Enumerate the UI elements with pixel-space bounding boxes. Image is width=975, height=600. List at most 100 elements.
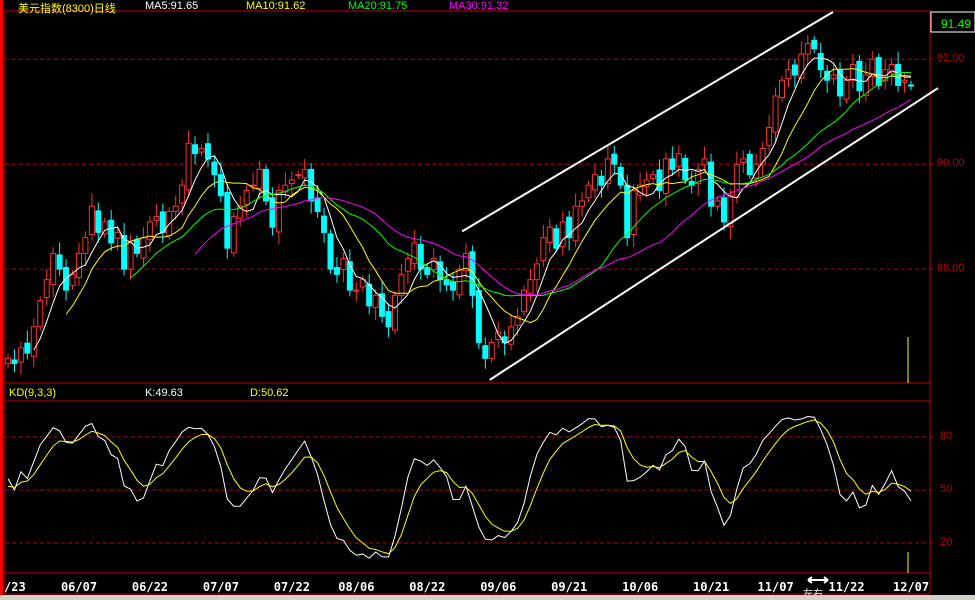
d-line [7,419,912,555]
candle-down [192,144,199,155]
last-price-label: 91.49 [941,17,972,31]
x-tick-label: 06/22 [131,580,169,594]
ma10-line [65,68,912,324]
candle-up [5,357,11,365]
candle-up [585,184,592,199]
candle-up [533,263,540,281]
candle-up [488,342,495,359]
candle-down [443,279,450,286]
candle-down [553,228,560,249]
candle-up [540,237,547,262]
candle-down [475,290,482,344]
candle-up [392,294,398,331]
candle-up [604,158,611,185]
left-edge-bar [0,0,3,600]
x-tick-label: 09/06 [480,580,517,594]
x-tick-label: 06/07 [60,580,98,594]
double-arrow-icon [807,576,829,584]
candle-down [11,359,18,365]
chart-title: 美元指数(8300)日线 [18,3,116,15]
x-tick-label: 09/21 [551,580,588,594]
candle-up [301,168,308,179]
candle-up [675,153,682,167]
candle-down [811,39,818,50]
ma30-value: MA30:91.32 [449,0,509,12]
candle-up [804,42,811,55]
candle-up [288,179,295,185]
x-tick-label: 10/21 [693,580,730,594]
candle-up [69,273,76,286]
x-tick-label: 10/06 [622,580,659,594]
candle-down [417,243,424,270]
x-tick-label: 11/07 [757,580,794,594]
candle-down [321,215,328,233]
candle-up [546,226,553,243]
candle-down [56,254,63,270]
candle-up [295,174,302,177]
x-tick-label: 11/22 [828,580,865,594]
candle-down [24,342,31,354]
candle-down [875,57,882,86]
candle-up [198,147,205,153]
x-tick-label: 08/22 [409,580,446,594]
candle-down [791,64,798,76]
candle-up [230,216,237,254]
candle-up [843,79,850,100]
candle-down [308,168,315,202]
candle-up [830,74,837,80]
x-tick-label: 07/22 [273,580,310,594]
candle-up [353,289,360,292]
candle-up [404,258,411,272]
kd-title: KD(9,3,3) [9,387,57,399]
candle-up [30,326,37,357]
candle-down [95,210,102,233]
candle-down [204,143,211,160]
candle-down [746,153,753,176]
candle-up [591,174,598,191]
candle-up [88,205,95,235]
candle-down [346,261,353,291]
candle-up [179,184,186,204]
kd-y-tick-label: 20 [940,536,953,548]
candle-down [327,233,334,270]
candle-down [108,219,115,244]
y-tick-label: 92.00 [937,52,965,64]
candle-up [153,216,160,221]
candle-up [740,158,747,164]
candle-up [114,231,121,239]
candle-up [127,242,134,270]
candle-up [250,184,257,187]
kd-y-tick-label: 80 [940,430,953,442]
candle-up [372,294,379,308]
kd-y-tick-label: 50 [940,483,953,495]
candle-up [527,279,534,294]
candle-up [772,95,779,133]
ma20-value: MA20:91.75 [348,0,408,12]
candle-down [482,345,489,359]
candle-up [733,163,740,198]
candle-up [572,205,579,242]
candle-up [243,189,250,206]
candle-up [75,252,82,279]
candle-up [172,205,179,212]
candle-down [385,311,392,328]
y-tick-label: 90.00 [937,157,965,169]
candle-up [37,300,44,328]
candle-up [521,289,527,313]
candle-down [314,197,321,212]
ma30-line [194,99,912,296]
candle-up [185,142,192,191]
candle-down [856,60,863,92]
candle-up [340,258,347,271]
candle-up [256,168,263,189]
chart-canvas[interactable] [0,0,975,600]
ma10-value: MA10:91.62 [246,0,306,12]
d-value: D:50.62 [250,387,289,399]
x-tick-label: 08/06 [338,580,375,594]
candle-up [43,279,50,298]
candle-up [779,79,785,99]
candle-up [17,347,24,363]
candle-up [701,158,708,166]
candle-up [650,174,656,179]
candle-up [275,189,282,233]
